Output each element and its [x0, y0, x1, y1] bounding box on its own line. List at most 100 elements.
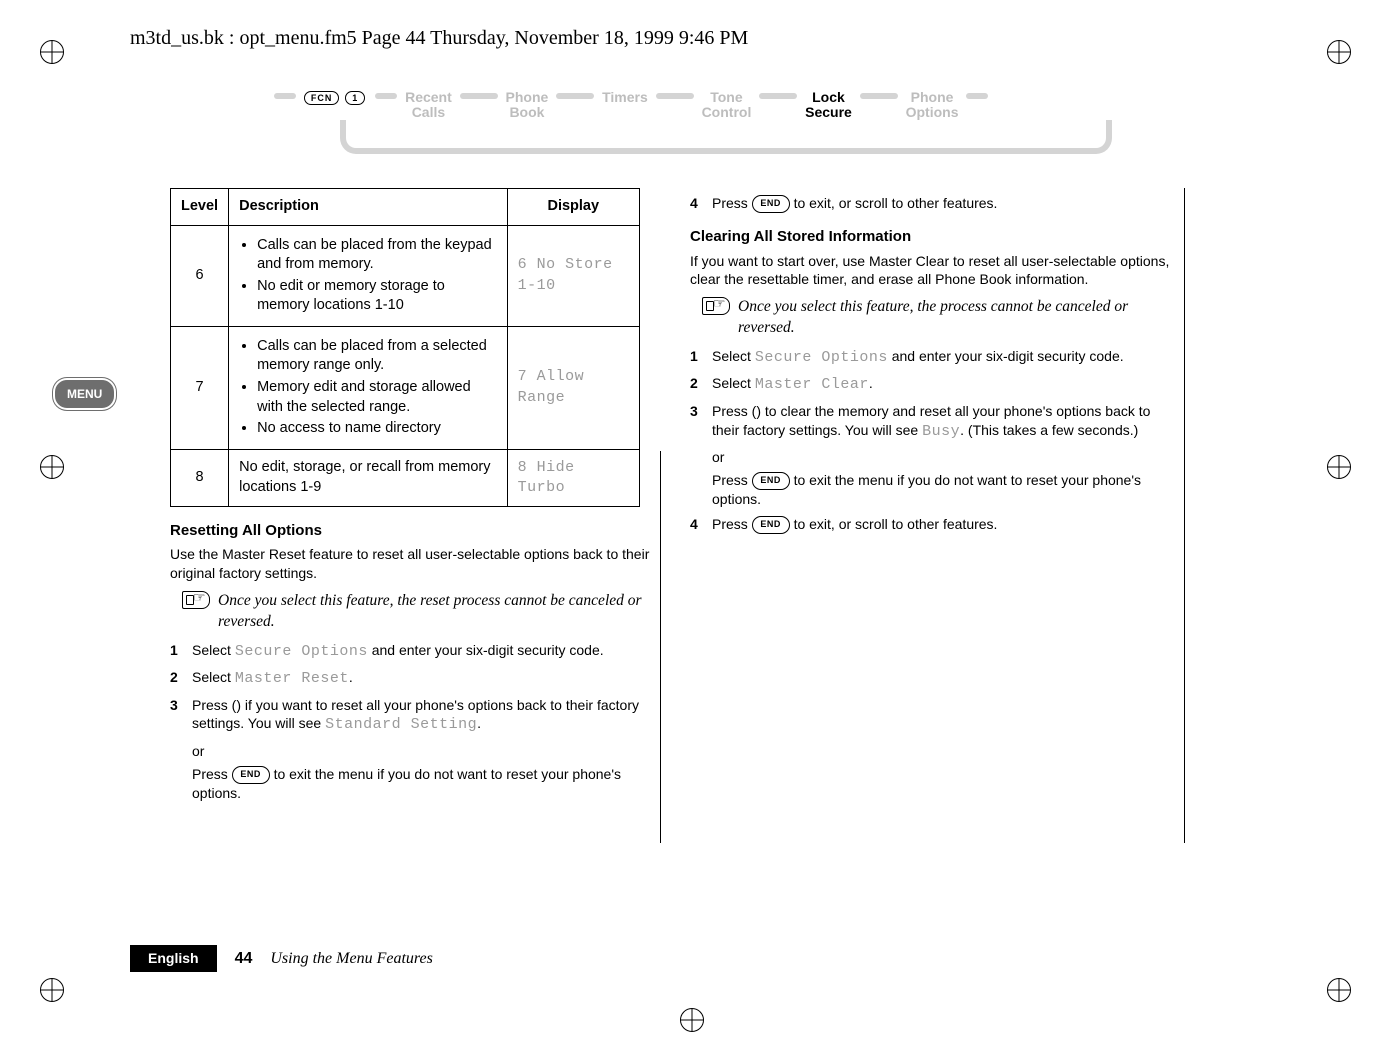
connector-icon: [274, 93, 296, 99]
step-alt: Press END to exit the menu if you do not…: [192, 765, 660, 803]
step-text: .: [477, 715, 481, 731]
cell-description: Calls can be placed from the keypad and …: [229, 225, 507, 326]
steps-list: Select Secure Options and enter your six…: [690, 347, 1180, 534]
or-text: or: [712, 448, 1180, 467]
note: Once you select this feature, the proces…: [702, 297, 1180, 339]
step-alt: Press END to exit the menu if you do not…: [712, 471, 1180, 509]
step: Press () to clear the memory and reset a…: [690, 402, 1180, 509]
note-text: Once you select this feature, the proces…: [738, 297, 1180, 339]
step-text: and enter your six-digit security code.: [888, 348, 1124, 364]
language-badge: English: [130, 945, 217, 972]
lcd-text: Master Reset: [235, 670, 349, 687]
cell-display: 6 No Store 1-10: [507, 225, 639, 326]
cell-description: Calls can be placed from a selected memo…: [229, 326, 507, 449]
one-key-icon: 1: [345, 91, 365, 105]
list-item: Memory edit and storage allowed with the…: [257, 378, 496, 417]
nav-lock-secure: Lock Secure: [805, 90, 852, 119]
th-level: Level: [171, 189, 229, 226]
page-footer: English 44 Using the Menu Features: [130, 945, 1190, 972]
cell-display: 7 Allow Range: [507, 326, 639, 449]
lcd-text: Secure Options: [755, 349, 888, 366]
paragraph: If you want to start over, use Master Cl…: [690, 252, 1180, 290]
fcn-key-icon: FCN: [304, 91, 340, 105]
step-text: Press: [712, 195, 752, 211]
step-text: to exit, or scroll to other features.: [790, 516, 998, 532]
list-item: No edit or memory storage to memory loca…: [257, 277, 496, 316]
note-hand-icon: [702, 297, 730, 339]
table-header-row: Level Description Display: [171, 189, 640, 226]
step: Select Master Reset.: [170, 668, 660, 689]
column-rule: [1184, 188, 1185, 843]
registration-mark-icon: [1327, 455, 1351, 479]
th-display: Display: [507, 189, 639, 226]
connector-icon: [966, 93, 988, 99]
page: m3td_us.bk : opt_menu.fm5 Page 44 Thursd…: [0, 0, 1391, 1062]
registration-mark-icon: [40, 40, 64, 64]
step-text: Press: [712, 516, 752, 532]
step-text: and enter your six-digit security code.: [368, 642, 604, 658]
nav-recent-calls: Recent Calls: [405, 90, 452, 119]
connector-icon: [759, 93, 797, 99]
step-text: Select: [712, 348, 755, 364]
th-description: Description: [229, 189, 507, 226]
levels-table: Level Description Display 6 Calls can be…: [170, 188, 640, 507]
step: Press () if you want to reset all your p…: [170, 696, 660, 803]
connector-icon: [460, 93, 498, 99]
running-header: m3td_us.bk : opt_menu.fm5 Page 44 Thursd…: [130, 25, 748, 52]
step-text: . (This takes a few seconds.): [960, 422, 1138, 438]
lcd-text: Busy: [922, 423, 960, 440]
nav-label: Recent: [405, 90, 452, 105]
registration-mark-icon: [1327, 40, 1351, 64]
side-tab-menu: MENU: [55, 380, 114, 408]
list-item: No access to name directory: [257, 419, 496, 439]
step-text: Select: [192, 642, 235, 658]
nav-label: Lock: [812, 90, 845, 105]
registration-mark-icon: [1327, 978, 1351, 1002]
nav-timers: Timers: [602, 90, 648, 105]
connector-icon: [375, 93, 397, 99]
content-columns: Level Description Display 6 Calls can be…: [170, 188, 1180, 809]
cell-display: 8 Hide Turbo: [507, 449, 639, 507]
list-item: Calls can be placed from the keypad and …: [257, 236, 496, 275]
nav-phone-options: Phone Options: [906, 90, 959, 119]
heading-clearing: Clearing All Stored Information: [690, 227, 1180, 247]
steps-list: Select Secure Options and enter your six…: [170, 641, 660, 803]
connector-icon: [860, 93, 898, 99]
nav-label: Book: [509, 105, 544, 120]
note-text: Once you select this feature, the reset …: [218, 591, 660, 633]
steps-list-cont: Press END to exit, or scroll to other fe…: [690, 194, 1180, 213]
side-tab-label: MENU: [55, 380, 114, 408]
nav-label: Tone: [710, 90, 742, 105]
step-text: Select: [192, 669, 235, 685]
cell-level: 6: [171, 225, 229, 326]
step: Select Master Clear.: [690, 374, 1180, 395]
lcd-text: Secure Options: [235, 643, 368, 660]
nav-label: Phone: [506, 90, 549, 105]
chapter-title: Using the Menu Features: [270, 948, 432, 970]
registration-mark-icon: [680, 1008, 704, 1032]
end-key-icon: END: [752, 472, 790, 490]
page-number: 44: [235, 948, 253, 970]
note-hand-icon: [182, 591, 210, 633]
lcd-text: Master Clear: [755, 376, 869, 393]
step: Press END to exit, or scroll to other fe…: [690, 515, 1180, 534]
end-key-icon: END: [752, 195, 790, 213]
nav-loop-icon: [340, 126, 1112, 154]
cell-level: 8: [171, 449, 229, 507]
end-key-icon: END: [232, 766, 270, 784]
step: Press END to exit, or scroll to other fe…: [690, 194, 1180, 213]
cell-level: 7: [171, 326, 229, 449]
step-text: Press: [192, 766, 232, 782]
nav-label: Control: [702, 105, 752, 120]
step-text: to exit, or scroll to other features.: [790, 195, 998, 211]
table-row: 6 Calls can be placed from the keypad an…: [171, 225, 640, 326]
registration-mark-icon: [40, 455, 64, 479]
nav-label: Options: [906, 105, 959, 120]
list-item: Calls can be placed from a selected memo…: [257, 337, 496, 376]
table-row: 7 Calls can be placed from a selected me…: [171, 326, 640, 449]
nav-label: Phone: [911, 90, 954, 105]
nav-label: Secure: [805, 105, 852, 120]
step-text: Select: [712, 375, 755, 391]
nav-label: Calls: [412, 105, 445, 120]
right-column: Press END to exit, or scroll to other fe…: [690, 188, 1180, 809]
